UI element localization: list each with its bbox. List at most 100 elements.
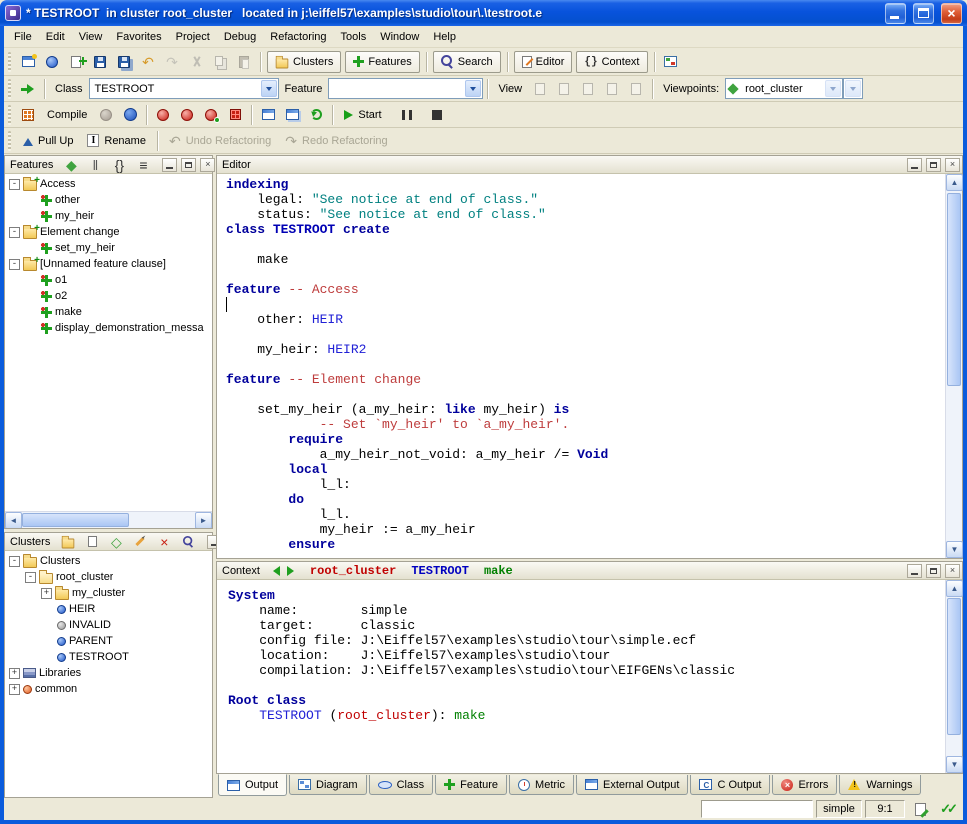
cancel-compilation-icon[interactable] bbox=[223, 103, 247, 127]
save-all-icon[interactable] bbox=[112, 50, 136, 74]
context-vertical-scrollbar[interactable]: ▲ ▼ bbox=[945, 580, 962, 773]
tree-item-common[interactable]: +common bbox=[5, 681, 212, 697]
tree-item-my-cluster[interactable]: +my_cluster bbox=[5, 585, 212, 601]
scroll-track[interactable] bbox=[946, 597, 962, 756]
clusters-tree[interactable]: -Clusters-root_cluster+my_clusterHEIRINV… bbox=[5, 553, 212, 797]
stop-icon[interactable] bbox=[425, 103, 449, 127]
tree-item-o1[interactable]: o1 bbox=[5, 272, 212, 288]
context-back-icon[interactable] bbox=[268, 566, 280, 576]
search-cluster-icon[interactable] bbox=[176, 530, 200, 554]
context-close-button[interactable]: × bbox=[945, 564, 960, 578]
menu-view[interactable]: View bbox=[72, 28, 110, 46]
comp_ ile-button[interactable]: Compile bbox=[40, 103, 94, 127]
sync-state-button[interactable] bbox=[935, 797, 959, 821]
class-combo-arrow-icon[interactable] bbox=[261, 80, 277, 97]
editor-vertical-scrollbar[interactable]: ▲ ▼ bbox=[945, 174, 962, 558]
breadcrumb-class[interactable]: TESTROOT bbox=[405, 564, 475, 578]
breadcrumb-feature[interactable]: make bbox=[478, 564, 519, 578]
cut-icon[interactable] bbox=[184, 50, 208, 74]
tab-class[interactable]: Class bbox=[369, 775, 434, 795]
tree-item-set-my-heir[interactable]: set_my_heir bbox=[5, 240, 212, 256]
close-button[interactable]: × bbox=[941, 3, 962, 24]
tree-item-other[interactable]: other bbox=[5, 192, 212, 208]
scroll-down-icon[interactable]: ▼ bbox=[946, 541, 963, 558]
breadcrumb-cluster[interactable]: root_cluster bbox=[304, 564, 402, 578]
start-button[interactable]: Start bbox=[337, 103, 388, 127]
tree-item-access[interactable]: -Access bbox=[5, 176, 212, 192]
tree-item-clusters[interactable]: -Clusters bbox=[5, 553, 212, 569]
undo-refactoring-button[interactable]: ↶ Undo Refactoring bbox=[162, 129, 278, 153]
context-maximize-button[interactable] bbox=[926, 564, 941, 578]
maximize-button[interactable] bbox=[913, 3, 934, 24]
freeze-icon[interactable] bbox=[175, 103, 199, 127]
pause-icon[interactable] bbox=[395, 103, 419, 127]
flat-list-icon[interactable]: ≡ bbox=[131, 153, 155, 177]
menu-tools[interactable]: Tools bbox=[334, 28, 374, 46]
collapse-icon[interactable]: - bbox=[9, 259, 20, 270]
tree-item-heir[interactable]: HEIR bbox=[5, 601, 212, 617]
editor-minimize-button[interactable] bbox=[907, 158, 922, 172]
menu-debug[interactable]: Debug bbox=[217, 28, 263, 46]
tree-item-display-demonstration-messa[interactable]: display_demonstration_messa bbox=[5, 320, 212, 336]
collapse-icon[interactable]: - bbox=[25, 572, 36, 583]
features-horizontal-scrollbar[interactable]: ◄ ► bbox=[5, 511, 212, 528]
rename-button[interactable]: I Rename bbox=[80, 129, 152, 153]
tree-item-unnamed-feature-clause[interactable]: -[Unnamed feature clause] bbox=[5, 256, 212, 272]
new-cluster-icon[interactable] bbox=[56, 530, 80, 554]
toggle-signature-icon[interactable]: ‖ bbox=[83, 153, 107, 177]
open-project-icon[interactable] bbox=[40, 50, 64, 74]
viewpoint-variant-combo[interactable] bbox=[843, 78, 863, 99]
features-maximize-button[interactable] bbox=[181, 158, 196, 172]
toolbar-grip[interactable] bbox=[8, 131, 11, 151]
scroll-track[interactable] bbox=[946, 191, 962, 541]
edit-item-icon[interactable] bbox=[128, 530, 152, 554]
scroll-right-icon[interactable]: ► bbox=[195, 512, 212, 528]
menu-favorites[interactable]: Favorites bbox=[109, 28, 168, 46]
menu-help[interactable]: Help bbox=[426, 28, 463, 46]
tree-item-parent[interactable]: PARENT bbox=[5, 633, 212, 649]
redo-refactoring-button[interactable]: ↷ Redo Refactoring bbox=[278, 129, 394, 153]
editable-state-button[interactable] bbox=[908, 797, 932, 821]
feature-combo-arrow-icon[interactable] bbox=[465, 80, 481, 97]
clickable-view-icon[interactable] bbox=[552, 77, 576, 101]
tab-output[interactable]: Output bbox=[218, 774, 287, 796]
class-combo[interactable]: TESTROOT bbox=[89, 78, 279, 99]
open-system-window-icon[interactable] bbox=[280, 103, 304, 127]
tab-errors[interactable]: Errors bbox=[772, 775, 837, 795]
tree-item-root-cluster[interactable]: -root_cluster bbox=[5, 569, 212, 585]
scroll-thumb[interactable] bbox=[22, 513, 129, 527]
remove-item-icon[interactable]: × bbox=[152, 530, 176, 554]
quick-melt-icon[interactable] bbox=[151, 103, 175, 127]
features-tree[interactable]: -Accessothermy_heir-Element changeset_my… bbox=[5, 176, 212, 511]
scroll-left-icon[interactable]: ◄ bbox=[5, 512, 22, 528]
editor-close-button[interactable]: × bbox=[945, 158, 960, 172]
diagram-tool-icon[interactable] bbox=[659, 50, 683, 74]
finalize-icon[interactable] bbox=[199, 103, 223, 127]
expand-icon[interactable]: + bbox=[9, 684, 20, 695]
new-document-icon[interactable] bbox=[64, 50, 88, 74]
tree-item-element-change[interactable]: -Element change bbox=[5, 224, 212, 240]
open-in-editor-button[interactable] bbox=[16, 77, 40, 101]
pull-up-button[interactable]: Pull Up bbox=[16, 129, 80, 153]
scroll-down-icon[interactable]: ▼ bbox=[946, 756, 963, 773]
menu-window[interactable]: Window bbox=[373, 28, 426, 46]
menu-refactoring[interactable]: Refactoring bbox=[263, 28, 333, 46]
collapse-icon[interactable]: - bbox=[9, 179, 20, 190]
minimize-button[interactable] bbox=[885, 3, 906, 24]
viewpoints-combo[interactable]: root_cluster bbox=[725, 78, 843, 99]
open-console-icon[interactable] bbox=[256, 103, 280, 127]
features-toggle-button[interactable]: Features bbox=[345, 51, 419, 73]
tab-warnings[interactable]: Warnings bbox=[839, 775, 921, 795]
menu-file[interactable]: File bbox=[7, 28, 39, 46]
flat-view-icon[interactable] bbox=[600, 77, 624, 101]
tab-feature[interactable]: Feature bbox=[435, 775, 507, 795]
menu-project[interactable]: Project bbox=[169, 28, 217, 46]
tab-c-output[interactable]: C Output bbox=[690, 775, 770, 795]
undo-icon[interactable]: ↶ bbox=[136, 50, 160, 74]
melt-icon[interactable] bbox=[94, 103, 118, 127]
tree-item-libraries[interactable]: +Libraries bbox=[5, 665, 212, 681]
tree-item-my-heir[interactable]: my_heir bbox=[5, 208, 212, 224]
add-item-icon[interactable]: ◇ bbox=[104, 530, 128, 554]
paste-icon[interactable] bbox=[232, 50, 256, 74]
compile-mode-icon[interactable] bbox=[16, 103, 40, 127]
